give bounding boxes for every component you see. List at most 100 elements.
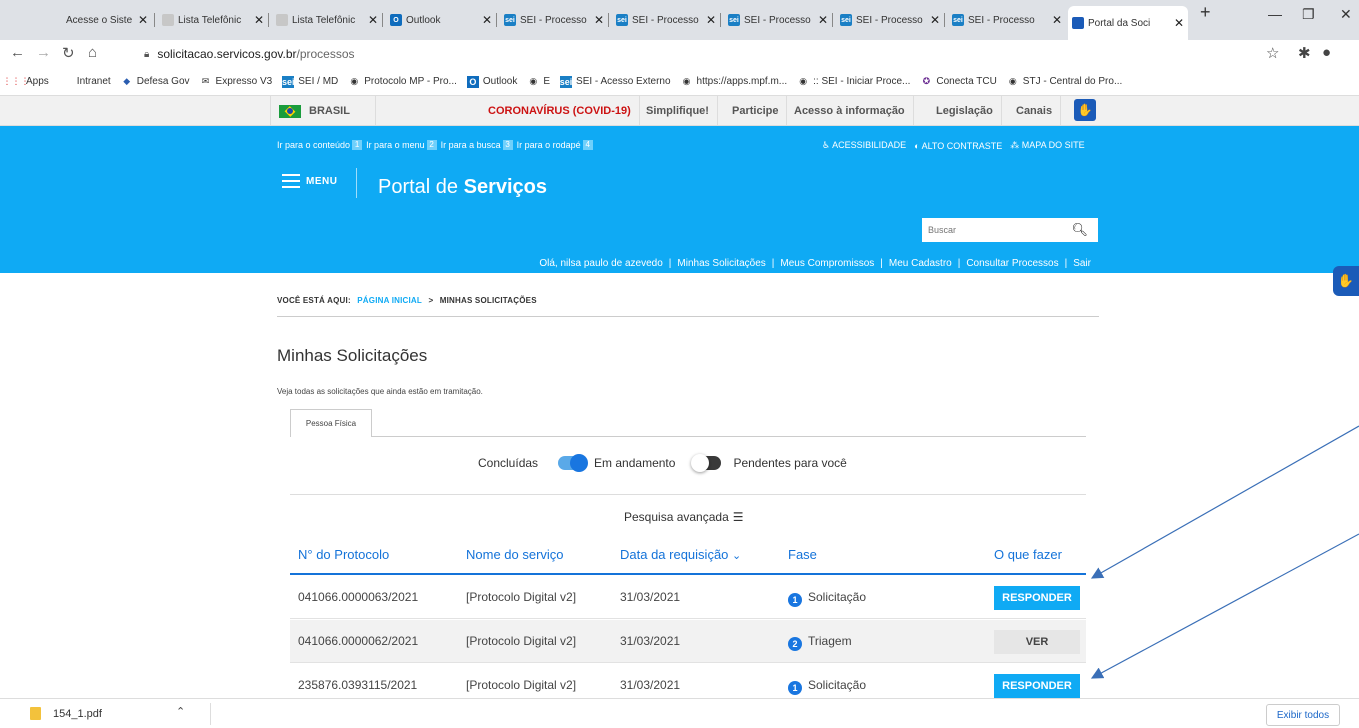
cell-fase: 1 Solicitação xyxy=(788,678,866,695)
profile-icon[interactable]: ● xyxy=(1322,44,1331,61)
shortcut-key: 2 xyxy=(426,140,437,150)
bookmark-label: Expresso V3 xyxy=(215,76,273,87)
browser-tab[interactable]: sei SEI - Processo ✕ xyxy=(836,8,944,32)
bookmark-sei-md[interactable]: sei SEI / MD xyxy=(281,75,339,88)
skip-to-content-link[interactable]: Ir para o conteúdo xyxy=(277,140,350,150)
bookmark-protocolo[interactable]: ◉ Protocolo MP - Pro... xyxy=(348,76,457,88)
close-tab-icon[interactable]: ✕ xyxy=(482,13,492,27)
portal-title[interactable]: Portal de Serviços xyxy=(378,176,547,199)
nav-meu-cadastro[interactable]: Meu Cadastro xyxy=(889,258,952,269)
bookmark-sei-iniciar[interactable]: ◉:: SEI - Iniciar Proce... xyxy=(797,76,910,88)
tab-separator xyxy=(720,13,721,27)
sei-icon: sei xyxy=(281,75,295,88)
close-tab-icon[interactable]: ✕ xyxy=(706,13,716,27)
bookmark-apps[interactable]: ⋮⋮⋮ Apps xyxy=(3,76,49,88)
star-icon[interactable]: ☆ xyxy=(1266,44,1279,62)
url-host: solicitacao.servicos.gov.br xyxy=(157,47,297,61)
skip-to-footer-link[interactable]: Ir para o rodapé xyxy=(517,140,581,150)
breadcrumb-home-link[interactable]: PÁGINA INICIAL xyxy=(357,296,422,305)
cell-servico: [Protocolo Digital v2] xyxy=(466,634,577,648)
search-icon[interactable]: 🔍︎ xyxy=(1071,222,1088,238)
bookmark-sei-externo[interactable]: sei SEI - Acesso Externo xyxy=(560,75,671,88)
close-tab-icon[interactable]: ✕ xyxy=(138,13,148,27)
bookmark-expresso[interactable]: ✉ Expresso V3 xyxy=(200,76,273,88)
portal-icon xyxy=(1072,17,1084,29)
close-tab-icon[interactable]: ✕ xyxy=(930,13,940,27)
globe-icon: ◉ xyxy=(682,76,691,86)
new-tab-icon[interactable]: + xyxy=(1200,2,1211,23)
accessibility-link[interactable]: ♿︎ ACESSIBILIDADE xyxy=(822,140,906,151)
col-header-data[interactable]: Data da requisição ⌄ xyxy=(620,547,741,562)
bookmark-conecta-tcu[interactable]: ✪ Conecta TCU xyxy=(920,76,997,88)
tab-label: SEI - Processo xyxy=(632,14,699,26)
show-all-downloads-button[interactable]: Exibir todos xyxy=(1266,704,1340,726)
close-tab-icon[interactable]: ✕ xyxy=(254,13,264,27)
pdf-file-icon xyxy=(30,707,41,720)
gov-link-canais[interactable]: Canais xyxy=(1008,96,1062,126)
sign-language-widget-icon[interactable]: ✋ xyxy=(1333,266,1359,296)
bookmark-label: SEI / MD xyxy=(298,76,339,87)
close-tab-icon[interactable]: ✕ xyxy=(1174,16,1184,30)
tab-label: SEI - Processo xyxy=(968,14,1035,26)
sign-language-icon[interactable]: ✋ xyxy=(1074,99,1096,121)
gov-link-acesso[interactable]: Acesso à informação xyxy=(786,96,914,126)
sitemap-link[interactable]: ⁂ MAPA DO SITE xyxy=(1010,140,1084,151)
browser-tab[interactable]: Lista Telefônic ✕ xyxy=(272,8,382,32)
advanced-search-link[interactable]: Pesquisa avançada ☰ xyxy=(624,510,744,524)
close-tab-icon[interactable]: ✕ xyxy=(1052,13,1062,27)
close-tab-icon[interactable]: ✕ xyxy=(818,13,828,27)
browser-tab-active[interactable]: Portal da Soci ✕ xyxy=(1068,6,1188,40)
menu-button[interactable]: MENU xyxy=(282,174,337,188)
forward-arrow-icon[interactable]: → xyxy=(36,44,51,61)
accessibility-icon: ♿︎ xyxy=(822,140,831,150)
gov-link-legislacao[interactable]: Legislação xyxy=(928,96,1002,126)
nav-meus-compromissos[interactable]: Meus Compromissos xyxy=(780,258,874,269)
browser-tab[interactable]: sei SEI - Processo ✕ xyxy=(724,8,832,32)
gov-link-covid[interactable]: CORONAVÍRUS (COVID-19) xyxy=(480,96,640,126)
ver-button[interactable]: VER xyxy=(994,630,1080,654)
bookmark-outlook[interactable]: O Outlook xyxy=(466,75,517,88)
high-contrast-link[interactable]: ◐ ALTO CONTRASTE xyxy=(914,141,1002,151)
bookmark-e[interactable]: ◉ E xyxy=(527,76,550,88)
pendentes-toggle[interactable] xyxy=(691,454,722,472)
minimize-icon[interactable]: — xyxy=(1268,6,1282,22)
browser-tab[interactable]: O Outlook ✕ xyxy=(386,8,496,32)
brasil-link[interactable]: BRASIL xyxy=(270,96,376,126)
browser-tab[interactable]: Acesse o Siste ✕ xyxy=(4,8,152,32)
nav-sair[interactable]: Sair xyxy=(1073,258,1091,269)
responder-button[interactable]: RESPONDER xyxy=(994,586,1080,610)
gov-link-simplifique[interactable]: Simplifique! xyxy=(638,96,718,126)
reload-icon[interactable]: ↻ xyxy=(62,44,75,62)
close-window-icon[interactable]: ✕ xyxy=(1340,6,1352,23)
skip-links: Ir para o conteúdo 1 Ir para o menu 2 Ir p… xyxy=(277,140,597,150)
close-tab-icon[interactable]: ✕ xyxy=(368,13,378,27)
extensions-icon[interactable]: ✱ xyxy=(1298,44,1311,62)
tab-separator xyxy=(154,13,155,27)
responder-button[interactable]: RESPONDER xyxy=(994,674,1080,698)
bookmark-mpf[interactable]: ◉ https://apps.mpf.m... xyxy=(681,76,788,88)
status-toggle[interactable] xyxy=(558,454,589,472)
bookmark-stj[interactable]: ◉ STJ - Central do Pro... xyxy=(1007,76,1122,88)
restore-icon[interactable]: ❐ xyxy=(1302,6,1315,23)
bookmark-defesa-gov[interactable]: ◆ Defesa Gov xyxy=(121,76,189,88)
search-input[interactable] xyxy=(928,225,1058,235)
back-arrow-icon[interactable]: ← xyxy=(10,44,25,61)
home-icon[interactable]: ⌂ xyxy=(88,44,97,61)
chevron-up-icon[interactable]: ⌃ xyxy=(176,705,185,718)
globe-icon: ◉ xyxy=(1008,76,1017,86)
tab-pessoa-fisica[interactable]: Pessoa Física xyxy=(290,409,372,437)
browser-tab[interactable]: sei SEI - Processo ✕ xyxy=(612,8,720,32)
browser-tab[interactable]: sei SEI - Processo ✕ xyxy=(500,8,608,32)
nav-consultar-processos[interactable]: Consultar Processos xyxy=(966,258,1058,269)
url-field[interactable]: 🔒︎ solicitacao.servicos.gov.br/processos xyxy=(132,43,1262,65)
download-item[interactable]: 154_1.pdf xyxy=(30,707,102,720)
breadcrumb-prefix: VOCÊ ESTÁ AQUI: xyxy=(277,296,351,305)
close-tab-icon[interactable]: ✕ xyxy=(594,13,604,27)
skip-to-menu-link[interactable]: Ir para o menu xyxy=(366,140,425,150)
bookmark-intranet[interactable]: Intranet xyxy=(77,76,111,87)
skip-to-search-link[interactable]: Ir para a busca xyxy=(441,140,501,150)
browser-tab[interactable]: Lista Telefônic ✕ xyxy=(158,8,268,32)
gov-link-participe[interactable]: Participe xyxy=(724,96,788,126)
nav-minhas-solicitacoes[interactable]: Minhas Solicitações xyxy=(677,258,765,269)
browser-tab[interactable]: sei SEI - Processo ✕ xyxy=(948,8,1066,32)
